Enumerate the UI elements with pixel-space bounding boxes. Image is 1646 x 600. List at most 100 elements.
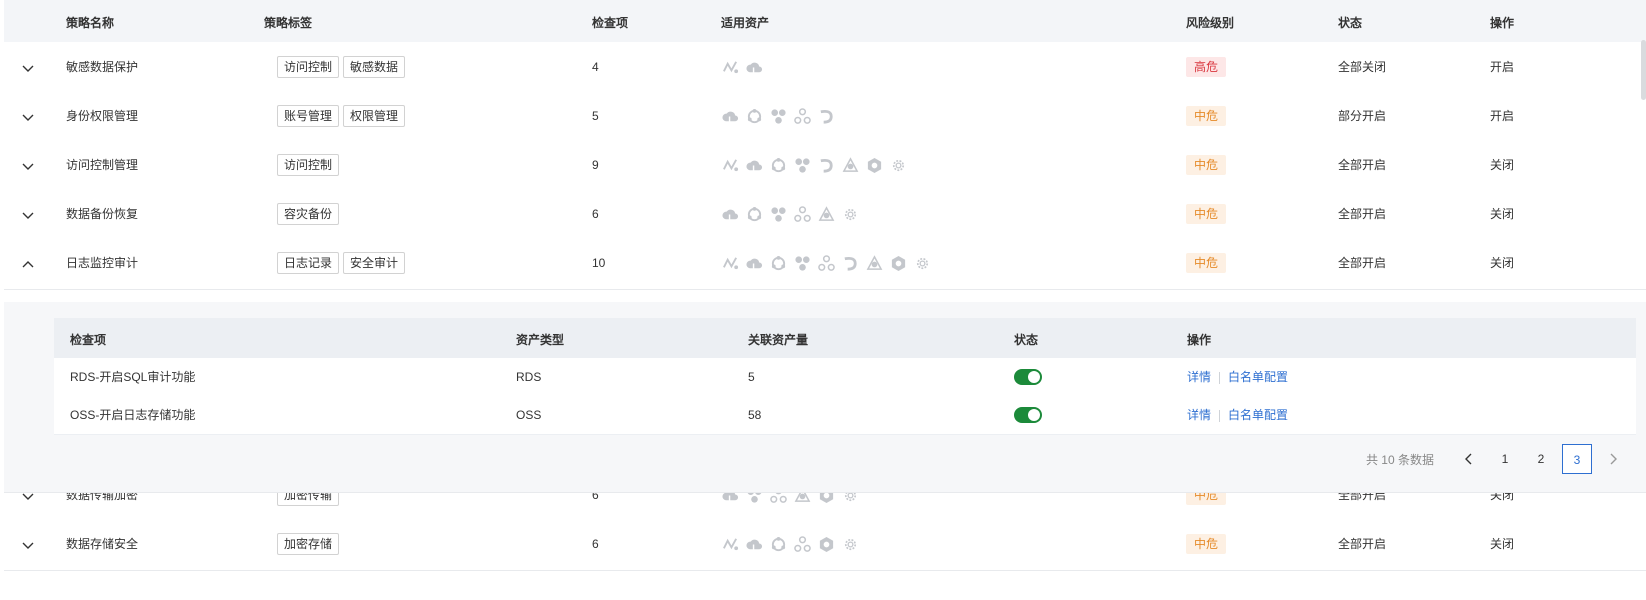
chevron-down-icon[interactable] — [20, 158, 36, 174]
nodes-icon — [794, 206, 811, 226]
nodes-icon — [794, 108, 811, 128]
chevron-down-icon[interactable] — [20, 109, 36, 125]
chevron-up-icon[interactable] — [20, 256, 36, 272]
detail-link[interactable]: 详情 — [1187, 370, 1211, 384]
sub-actions: 详情 白名单配置 — [1187, 396, 1288, 434]
branch-icon — [722, 59, 739, 79]
sub-header-type: 资产类型 — [516, 333, 565, 347]
cluster-icon — [770, 206, 787, 226]
policy-tag: 容灾备份 — [277, 203, 340, 225]
triad-icon — [842, 157, 859, 177]
prev-page-icon[interactable] — [1454, 444, 1484, 474]
cluster-icon — [794, 157, 811, 177]
asset-icons — [722, 206, 859, 226]
hex-icon — [890, 255, 907, 275]
hex-icon — [818, 536, 835, 556]
expanded-detail-panel: 检查项 资产类型 关联资产量 状态 操作 RDS-开启SQL审计功能 RDS 5… — [4, 302, 1646, 493]
disable-button[interactable]: 关闭 — [1490, 519, 1514, 570]
policy-tag: 权限管理 — [343, 105, 406, 127]
asset-icons — [722, 255, 931, 275]
disable-button[interactable]: 关闭 — [1490, 189, 1514, 240]
scrollbar[interactable] — [1641, 40, 1646, 100]
status-text: 全部开启 — [1338, 256, 1387, 270]
header-risk: 风险级别 — [1186, 16, 1235, 30]
chevron-down-icon[interactable] — [20, 207, 36, 223]
header-name: 策略名称 — [66, 16, 115, 30]
table-header: 策略名称 策略标签 检查项 适用资产 风险级别 状态 操作 — [4, 0, 1646, 43]
risk-badge: 高危 — [1186, 57, 1227, 77]
whitelist-config-link[interactable]: 白名单配置 — [1228, 408, 1288, 422]
check-count: 6 — [592, 537, 599, 551]
policy-tag: 账号管理 — [277, 105, 340, 127]
cluster-icon — [770, 108, 787, 128]
asset-icons — [722, 536, 859, 556]
nodes-icon — [818, 255, 835, 275]
policy-name: 身份权限管理 — [66, 109, 139, 123]
status-text: 全部开启 — [1338, 158, 1387, 172]
policy-row: 数据存储安全 加密存储 6 中危 全部开启 关闭 — [4, 519, 1646, 571]
chevron-down-icon[interactable] — [20, 60, 36, 76]
sub-actions: 详情 白名单配置 — [1187, 358, 1288, 396]
triad-icon — [866, 255, 883, 275]
subtable-row: OSS-开启日志存储功能 OSS 58 详情 白名单配置 — [54, 396, 1636, 435]
enable-button[interactable]: 开启 — [1490, 91, 1514, 142]
policy-name: 敏感数据保护 — [66, 60, 139, 74]
page-2[interactable]: 2 — [1526, 444, 1556, 474]
next-page-icon[interactable] — [1598, 444, 1628, 474]
cluster-icon — [794, 255, 811, 275]
nodes-icon — [794, 536, 811, 556]
risk-badge: 中危 — [1186, 106, 1227, 126]
policy-name: 访问控制管理 — [66, 158, 139, 172]
policy-tags: 容灾备份 — [277, 203, 343, 225]
sub-header-status: 状态 — [1014, 333, 1039, 347]
policy-tag: 安全审计 — [343, 252, 406, 274]
status-toggle[interactable] — [1014, 369, 1042, 385]
status-text: 部分开启 — [1338, 109, 1387, 123]
hook-icon — [842, 255, 859, 275]
asset-icons — [722, 157, 907, 177]
risk-badge: 中危 — [1186, 253, 1227, 273]
hook-icon — [818, 108, 835, 128]
enable-button[interactable]: 开启 — [1490, 42, 1514, 93]
policy-tags: 账号管理 权限管理 — [277, 105, 409, 127]
whitelist-config-link[interactable]: 白名单配置 — [1228, 370, 1288, 384]
status-toggle[interactable] — [1014, 407, 1042, 423]
header-checks: 检查项 — [592, 16, 629, 30]
page-1[interactable]: 1 — [1490, 444, 1520, 474]
asset-icons — [722, 108, 835, 128]
chevron-down-icon[interactable] — [20, 537, 36, 553]
policy-tag: 敏感数据 — [343, 56, 406, 78]
policy-tags: 访问控制 敏感数据 — [277, 56, 409, 78]
divider — [1219, 409, 1221, 422]
policy-tag: 日志记录 — [277, 252, 340, 274]
sub-check-name: OSS-开启日志存储功能 — [70, 408, 196, 422]
header-assets: 适用资产 — [721, 16, 770, 30]
risk-badge: 中危 — [1186, 155, 1227, 175]
risk-badge: 中危 — [1186, 534, 1227, 554]
disable-button[interactable]: 关闭 — [1490, 140, 1514, 191]
ring-icon — [770, 157, 787, 177]
header-action: 操作 — [1490, 16, 1515, 30]
policy-name: 数据存储安全 — [66, 537, 139, 551]
check-count: 5 — [592, 109, 599, 123]
branch-icon — [722, 157, 739, 177]
disable-button[interactable]: 关闭 — [1490, 238, 1514, 289]
ring-icon — [770, 536, 787, 556]
check-count: 10 — [592, 256, 606, 270]
gear-icon — [842, 206, 859, 226]
policy-tags: 日志记录 安全审计 — [277, 252, 409, 274]
status-text: 全部关闭 — [1338, 60, 1387, 74]
sub-header-action: 操作 — [1187, 333, 1212, 347]
page-3[interactable]: 3 — [1562, 444, 1592, 474]
policy-tag: 访问控制 — [277, 56, 340, 78]
status-text: 全部开启 — [1338, 537, 1387, 551]
cloud-icon — [746, 59, 763, 79]
cloud-icon — [746, 157, 763, 177]
cloud-icon — [722, 108, 739, 128]
header-status: 状态 — [1338, 16, 1363, 30]
detail-link[interactable]: 详情 — [1187, 408, 1211, 422]
asset-icons — [722, 59, 763, 79]
policy-tags: 加密存储 — [277, 533, 343, 555]
policy-name: 数据备份恢复 — [66, 207, 139, 221]
cloud-icon — [722, 206, 739, 226]
